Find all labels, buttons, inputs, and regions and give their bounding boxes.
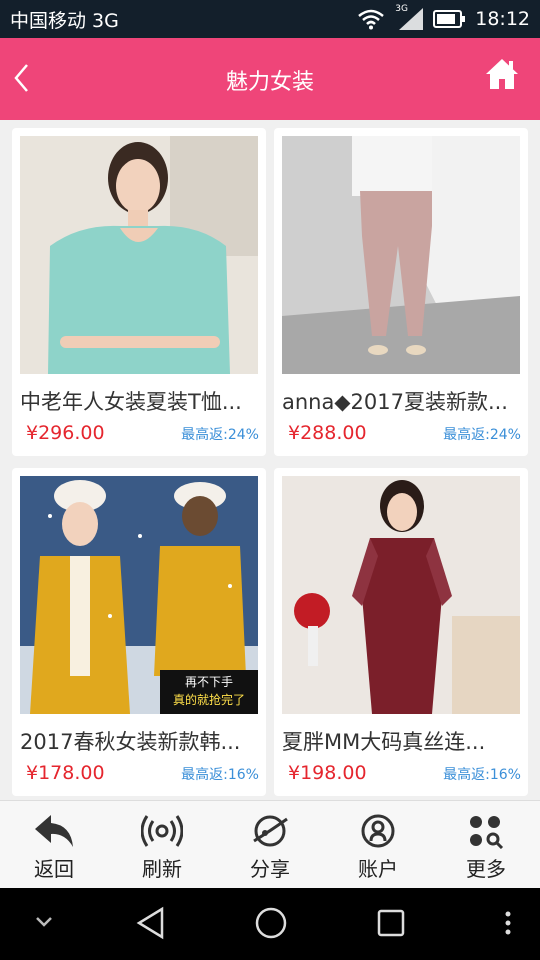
nav-more-label: 更多	[466, 857, 506, 881]
nav-back-button[interactable]: 返回	[0, 801, 108, 889]
planet-icon	[253, 815, 288, 847]
network-type-label: 3G	[395, 4, 408, 14]
product-name[interactable]: 中老年人女装夏装T恤...	[20, 386, 262, 416]
product-name[interactable]: anna◆2017夏装新款...	[282, 386, 524, 416]
status-bar: 中国移动 3G 3G 18:12	[0, 0, 540, 38]
nav-refresh-button[interactable]: 刷新	[108, 801, 216, 889]
home-circle-icon[interactable]	[254, 906, 288, 944]
battery-icon	[433, 10, 466, 28]
account-icon	[361, 814, 395, 848]
product-card[interactable]: 夏胖MM大码真丝连... ¥198.00 最高返:16%	[274, 468, 528, 796]
nav-account-button[interactable]: 账户	[324, 801, 432, 889]
app-header: 魅力女装	[0, 38, 540, 120]
nav-refresh-label: 刷新	[142, 857, 182, 881]
product-name[interactable]: 2017春秋女装新款韩...	[20, 726, 262, 756]
product-image[interactable]	[20, 136, 258, 374]
product-image[interactable]: 再不下手 真的就抢完了	[20, 476, 258, 714]
product-price: ¥288.00	[288, 422, 367, 444]
overflow-menu-icon[interactable]	[502, 906, 514, 944]
wifi-icon	[357, 8, 385, 30]
product-image[interactable]	[282, 136, 520, 374]
product-card[interactable]: 再不下手 真的就抢完了 2017春秋女装新款韩... ¥178.00 最高返:1…	[12, 468, 266, 796]
product-rebate: 最高返:16%	[181, 767, 259, 783]
broadcast-icon	[141, 815, 183, 847]
nav-back-label: 返回	[34, 857, 74, 881]
product-card[interactable]: anna◆2017夏装新款... ¥288.00 最高返:24%	[274, 128, 528, 456]
nav-share-label: 分享	[250, 857, 290, 881]
product-price: ¥178.00	[26, 762, 105, 784]
nav-share-button[interactable]: 分享	[216, 801, 324, 889]
system-nav-bar	[0, 888, 540, 960]
chevron-down-icon[interactable]	[34, 914, 54, 933]
product-rebate: 最高返:24%	[443, 427, 521, 443]
product-image[interactable]	[282, 476, 520, 714]
product-price: ¥198.00	[288, 762, 367, 784]
back-triangle-icon[interactable]	[136, 906, 166, 944]
reply-arrow-icon	[35, 815, 73, 847]
promo-badge: 再不下手 真的就抢完了	[160, 670, 258, 714]
promo-badge-line1: 再不下手	[184, 675, 233, 689]
clock: 18:12	[475, 8, 530, 30]
product-name[interactable]: 夏胖MM大码真丝连...	[282, 726, 524, 756]
signal-icon: 3G	[395, 4, 424, 30]
product-card[interactable]: 中老年人女装夏装T恤... ¥296.00 最高返:24%	[12, 128, 266, 456]
promo-badge-line2: 真的就抢完了	[172, 693, 245, 707]
product-rebate: 最高返:24%	[181, 427, 259, 443]
nav-account-label: 账户	[358, 857, 398, 881]
product-rebate: 最高返:16%	[443, 767, 521, 783]
bottom-nav: 返回 刷新 分享 账户 更多	[0, 800, 540, 889]
nav-more-button[interactable]: 更多	[432, 801, 540, 889]
product-price: ¥296.00	[26, 422, 105, 444]
recents-square-icon[interactable]	[376, 906, 406, 944]
page-title: 魅力女装	[225, 70, 314, 95]
home-icon[interactable]	[484, 56, 520, 92]
carrier-label: 中国移动 3G	[10, 9, 119, 32]
grid-search-icon	[470, 816, 504, 849]
